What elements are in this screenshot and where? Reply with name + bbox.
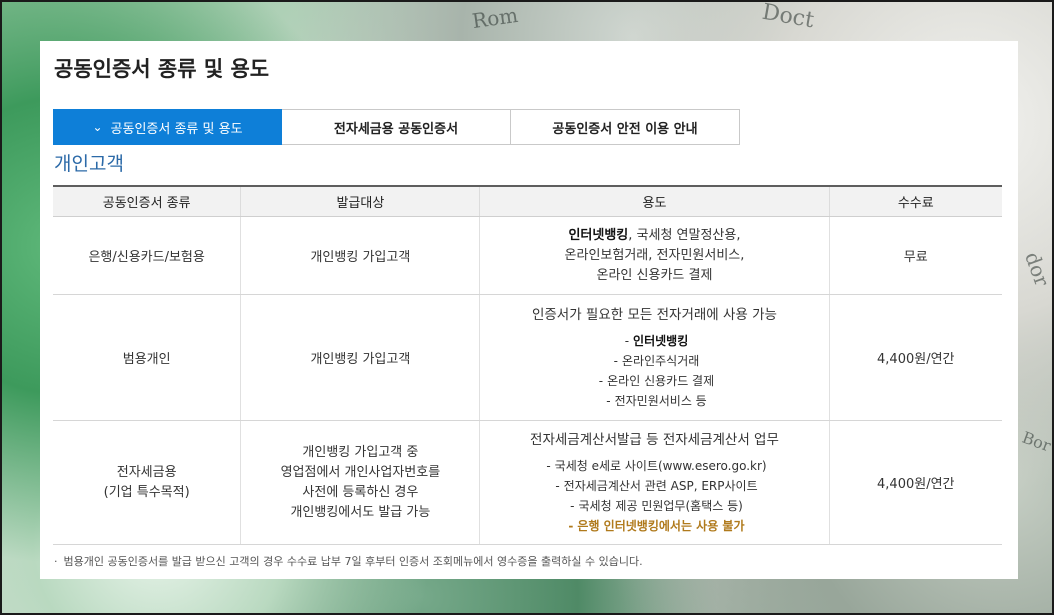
footnote: · 범용개인 공동인증서를 발급 받으신 고객의 경우 수수료 납부 7일 후부터… [54, 553, 643, 569]
target-line: 개인뱅킹 가입고객 중 [302, 444, 419, 460]
tab-label: 전자세금용 공동인증서 [333, 121, 459, 137]
bullet-text: 전자민원서비스 등 [614, 393, 707, 408]
usage-lead: 인증서가 필요한 모든 전자거래에 사용 가능 [531, 306, 777, 323]
cell-target: 개인뱅킹 가입고객 [240, 294, 480, 421]
type-line: (기업 특수목적) [103, 484, 190, 500]
bullet-dash: - [570, 498, 575, 513]
header-target: 발급대상 [240, 185, 480, 217]
header-type: 공동인증서 종류 [53, 185, 241, 217]
table-row: 전자세금용 (기업 특수목적) 개인뱅킹 가입고객 중 영업점에서 개인사업자번… [53, 420, 1002, 545]
bullet-dash: - [624, 333, 630, 348]
bullet-dash: - [598, 373, 604, 388]
tab-safe-usage-guide[interactable]: 공동인증서 안전 이용 안내 [511, 109, 740, 145]
page-title: 공동인증서 종류 및 용도 [54, 57, 270, 81]
warning-text: 은행 인터넷뱅킹에서는 사용 불가 [577, 518, 745, 533]
background-text: Rom [470, 2, 520, 34]
bullet-dash: - [606, 393, 611, 408]
list-item: - 인터넷뱅킹 [484, 331, 828, 351]
table-row: 범용개인 개인뱅킹 가입고객 인증서가 필요한 모든 전자거래에 사용 가능 -… [53, 294, 1002, 421]
bullet-text: 국세청 제공 민원업무(홈택스 등) [578, 498, 743, 513]
cell-usage: 전자세금계산서발급 등 전자세금계산서 업무 - 국세청 e세로 사이트(www.… [479, 420, 830, 545]
target-line: 개인뱅킹에서도 발급 가능 [290, 504, 431, 520]
usage-line: 온라인보험거래, 전자민원서비스, [564, 247, 745, 263]
usage-bullet-list: - 국세청 e세로 사이트(www.esero.go.kr) - 전자세금계산서 관… [480, 456, 828, 536]
bullet-text: 온라인주식거래 [622, 353, 700, 368]
usage-bullet-list: - 인터넷뱅킹 - 온라인주식거래 - 온라인 신용카드 결제 - 전자민원서비스 등 [480, 331, 828, 411]
cell-usage: 인증서가 필요한 모든 전자거래에 사용 가능 - 인터넷뱅킹 - 온라인주식거래 … [479, 294, 830, 421]
bullet-dash: - [555, 478, 560, 493]
footnote-text: 범용개인 공동인증서를 발급 받으신 고객의 경우 수수료 납부 7일 후부터 … [63, 555, 643, 568]
footnote-dot: · [54, 555, 58, 568]
target-line: 영업점에서 개인사업자번호를 [280, 464, 441, 480]
tab-tax-certificate[interactable]: 전자세금용 공동인증서 [282, 109, 511, 145]
tab-bar: ⌄ 공동인증서 종류 및 용도 전자세금용 공동인증서 공동인증서 안전 이용 … [53, 109, 740, 145]
bullet-text: 온라인 신용카드 결제 [607, 373, 715, 388]
list-item: - 국세청 e세로 사이트(www.esero.go.kr) [484, 456, 828, 476]
table-row: 은행/신용카드/보험용 개인뱅킹 가입고객 인터넷뱅킹, 국세청 연말정산용, … [53, 216, 1002, 295]
bullet-dash: - [613, 353, 618, 368]
tab-label: 공동인증서 종류 및 용도 [110, 121, 243, 137]
certificate-table: 공동인증서 종류 발급대상 용도 수수료 은행/신용카드/보험용 개인뱅킹 가입… [53, 185, 1002, 545]
list-item: - 온라인주식거래 [484, 351, 828, 371]
list-item: - 전자세금계산서 관련 ASP, ERP사이트 [484, 476, 828, 496]
bullet-text: 국세청 e세로 사이트(www.esero.go.kr) [554, 458, 767, 473]
bullet-dash: - [568, 518, 574, 533]
usage-text: , 국세청 연말정산용, [628, 227, 741, 243]
target-line: 사전에 등록하신 경우 [302, 484, 419, 500]
list-item-warning: - 은행 인터넷뱅킹에서는 사용 불가 [484, 516, 828, 536]
list-item: - 국세청 제공 민원업무(홈택스 등) [484, 496, 828, 516]
header-fee: 수수료 [828, 185, 1002, 217]
bullet-text: 인터넷뱅킹 [633, 333, 689, 348]
bullet-dash: - [546, 458, 551, 473]
list-item: - 전자민원서비스 등 [484, 391, 828, 411]
usage-lead: 전자세금계산서발급 등 전자세금계산서 업무 [530, 431, 779, 448]
chevron-down-icon: ⌄ [92, 120, 103, 134]
tab-label: 공동인증서 안전 이용 안내 [552, 121, 698, 137]
header-usage: 용도 [479, 185, 830, 217]
bullet-text: 전자세금계산서 관련 ASP, ERP사이트 [563, 478, 758, 493]
background-text: dor [1020, 248, 1054, 290]
background-text: Bor [1019, 427, 1054, 456]
content-panel: 공동인증서 종류 및 용도 ⌄ 공동인증서 종류 및 용도 전자세금용 공동인증… [40, 41, 1018, 579]
section-title: 개인고객 [54, 153, 124, 175]
usage-line: 온라인 신용카드 결제 [596, 267, 713, 283]
cell-type: 범용개인 [53, 294, 241, 421]
table-header-row: 공동인증서 종류 발급대상 용도 수수료 [53, 185, 1002, 217]
cell-type: 전자세금용 (기업 특수목적) [53, 420, 241, 545]
cell-fee: 4,400원/연간 [828, 420, 1002, 545]
usage-line: 인터넷뱅킹, 국세청 연말정산용, [480, 226, 828, 246]
background-text: Doct [760, 0, 816, 34]
cell-usage: 인터넷뱅킹, 국세청 연말정산용, 온라인보험거래, 전자민원서비스, 온라인 … [479, 216, 830, 295]
cell-type: 은행/신용카드/보험용 [53, 216, 241, 295]
cell-fee: 무료 [828, 216, 1002, 295]
cell-target: 개인뱅킹 가입고객 중 영업점에서 개인사업자번호를 사전에 등록하신 경우 개… [240, 420, 480, 545]
list-item: - 온라인 신용카드 결제 [484, 371, 828, 391]
type-line: 전자세금용 [116, 464, 177, 480]
cell-target: 개인뱅킹 가입고객 [240, 216, 480, 295]
cell-fee: 4,400원/연간 [828, 294, 1002, 421]
tab-certificate-types[interactable]: ⌄ 공동인증서 종류 및 용도 [53, 109, 282, 145]
usage-bold: 인터넷뱅킹 [568, 227, 629, 243]
